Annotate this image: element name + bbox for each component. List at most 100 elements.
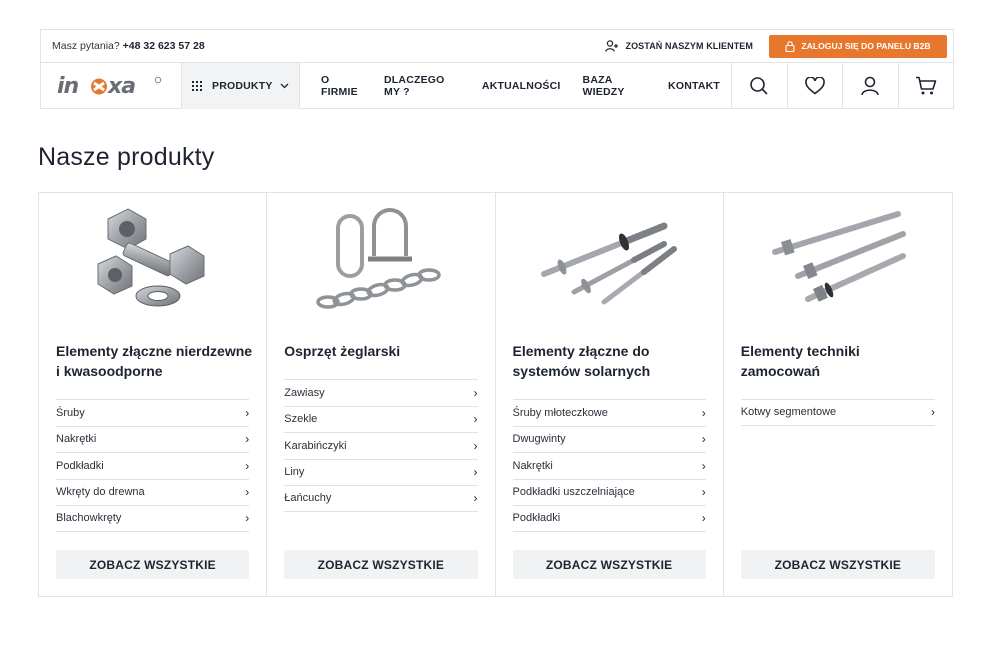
chevron-right-icon: ›: [473, 385, 478, 400]
list-item[interactable]: Blachowkręty ›: [56, 505, 250, 532]
chevron-right-icon: ›: [245, 511, 250, 526]
account-button[interactable]: [842, 63, 898, 109]
chevron-right-icon: ›: [931, 405, 935, 420]
nav-links: O FIRMIE DLACZEGO MY ? AKTUALNOŚCI BAZA …: [300, 63, 731, 109]
list-item-label: Wkręty do drewna: [56, 486, 145, 499]
list-item-label: Szekle: [284, 413, 318, 426]
list-item[interactable]: Śruby ›: [56, 399, 250, 426]
chevron-right-icon: ›: [701, 458, 706, 473]
category-card: Osprzęt żeglarski Zawiasy › Szekle › Karab…: [267, 193, 496, 596]
list-item-label: Liny: [284, 466, 305, 479]
lock-icon: [785, 40, 795, 52]
list-item[interactable]: Dwugwinty ›: [512, 425, 706, 453]
logo-link[interactable]: in xa: [41, 63, 182, 109]
list-item[interactable]: Szekle ›: [284, 405, 478, 433]
list-item[interactable]: Łańcuchy ›: [284, 485, 478, 512]
category-title[interactable]: Elementy złączne nierdzewne i kwasoodpor…: [56, 341, 256, 381]
shackle-chain-image[interactable]: [284, 201, 477, 321]
b2b-login-label: ZALOGUJ SIĘ DO PANELU B2B: [801, 41, 931, 51]
list-item[interactable]: Podkładki uszczelniające ›: [512, 478, 706, 506]
chevron-right-icon: ›: [701, 511, 706, 526]
anchor-bolts-image[interactable]: [741, 201, 935, 321]
chevron-right-icon: ›: [473, 465, 478, 480]
grid-icon: [192, 81, 202, 91]
list-item-label: Śruby młoteczkowe: [512, 406, 608, 419]
list-item[interactable]: Nakrętki ›: [512, 452, 706, 479]
chevron-right-icon: ›: [473, 412, 478, 427]
search-icon: [750, 77, 768, 95]
list-item[interactable]: Liny ›: [284, 458, 478, 486]
cart-icon: [915, 76, 937, 95]
question-label: Masz pytania?: [52, 40, 120, 52]
chevron-right-icon: ›: [473, 491, 478, 506]
chevron-right-icon: ›: [701, 432, 706, 447]
b2b-login-button[interactable]: ZALOGUJ SIĘ DO PANELU B2B: [769, 34, 947, 58]
list-item[interactable]: Karabińczyki ›: [284, 432, 478, 459]
nav-link-why-us[interactable]: DLACZEGO MY ?: [384, 74, 460, 98]
products-label: PRODUKTY: [212, 80, 273, 92]
nav-link-knowledge-base[interactable]: BAZA WIEDZY: [583, 74, 647, 98]
product-categories-grid: Elementy złączne nierdzewne i kwasoodpor…: [38, 192, 953, 597]
bolts-nuts-image[interactable]: [56, 201, 249, 321]
top-bar: Masz pytania? +48 32 623 57 28 ZOSTAŃ NA…: [41, 30, 953, 63]
solar-screws-image[interactable]: [513, 201, 706, 321]
list-item-label: Podkładki: [56, 459, 104, 472]
become-client-label: ZOSTAŃ NASZYM KLIENTEM: [625, 41, 753, 51]
category-title[interactable]: Elementy złączne do systemów solarnych: [513, 341, 713, 381]
see-all-button[interactable]: ZOBACZ WSZYSTKIE: [512, 550, 706, 579]
list-item[interactable]: Podkładki ›: [512, 505, 706, 532]
list-item[interactable]: Kotwy segmentowe ›: [740, 399, 935, 426]
nav-link-contact[interactable]: KONTAKT: [668, 80, 720, 92]
subcategory-list: Śruby młoteczkowe › Dwugwinty › Nakrętki › …: [512, 399, 706, 532]
wishlist-button[interactable]: [786, 63, 843, 109]
svg-text:in: in: [57, 75, 79, 97]
add-user-icon: [605, 40, 619, 52]
list-item-label: Łańcuchy: [284, 492, 332, 505]
list-item[interactable]: Podkładki ›: [56, 452, 250, 479]
become-client-link[interactable]: ZOSTAŃ NASZYM KLIENTEM: [605, 40, 753, 52]
site-header: Masz pytania? +48 32 623 57 28 ZOSTAŃ NA…: [40, 29, 954, 109]
subcategory-list: Śruby › Nakrętki › Podkładki › Wkręty do dr…: [56, 399, 250, 532]
category-title[interactable]: Osprzęt żeglarski: [284, 341, 484, 361]
list-item-label: Nakrętki: [56, 433, 97, 446]
chevron-right-icon: ›: [245, 485, 250, 500]
subcategory-list: Kotwy segmentowe ›: [740, 399, 935, 426]
chevron-right-icon: ›: [245, 405, 250, 420]
list-item[interactable]: Nakrętki ›: [56, 425, 250, 453]
chevron-right-icon: ›: [245, 458, 250, 473]
list-item[interactable]: Wkręty do drewna ›: [56, 478, 250, 506]
chevron-right-icon: ›: [701, 405, 706, 420]
user-icon: [861, 76, 880, 96]
category-title[interactable]: Elementy techniki zamocowań: [741, 341, 941, 381]
chevron-right-icon: ›: [701, 485, 706, 500]
see-all-button[interactable]: ZOBACZ WSZYSTKIE: [284, 550, 478, 579]
nav-link-news[interactable]: AKTUALNOŚCI: [482, 80, 561, 92]
chevron-down-icon: [280, 83, 289, 89]
phone-link[interactable]: +48 32 623 57 28: [123, 40, 205, 52]
category-card: Elementy techniki zamocowań Kotwy segmen…: [724, 193, 952, 596]
main-nav: in xa PRODUKTY O FIRMIE DLACZEGO MY ? AK…: [41, 63, 953, 109]
list-item-label: Kotwy segmentowe: [740, 406, 837, 419]
list-item-label: Dwugwinty: [512, 433, 566, 446]
inoxa-logo: in xa: [57, 75, 162, 97]
list-item-label: Śruby: [56, 406, 85, 419]
chevron-right-icon: ›: [473, 438, 478, 453]
list-item-label: Nakrętki: [512, 459, 553, 472]
list-item[interactable]: Śruby młoteczkowe ›: [512, 399, 706, 426]
list-item-label: Podkładki: [512, 512, 561, 525]
heart-icon: [804, 77, 825, 95]
nav-link-about[interactable]: O FIRMIE: [321, 74, 362, 98]
cart-button[interactable]: [897, 63, 954, 109]
chevron-right-icon: ›: [245, 432, 250, 447]
svg-text:xa: xa: [107, 75, 135, 97]
page-title: Nasze produkty: [38, 143, 215, 171]
see-all-button[interactable]: ZOBACZ WSZYSTKIE: [740, 550, 935, 579]
list-item-label: Podkładki uszczelniające: [512, 486, 635, 499]
category-card: Elementy złączne nierdzewne i kwasoodpor…: [39, 193, 268, 596]
list-item-label: Zawiasy: [284, 386, 325, 399]
list-item[interactable]: Zawiasy ›: [284, 379, 478, 406]
see-all-button[interactable]: ZOBACZ WSZYSTKIE: [56, 550, 250, 579]
category-card: Elementy złączne do systemów solarnych Ś…: [496, 193, 724, 596]
products-menu-button[interactable]: PRODUKTY: [182, 63, 300, 109]
search-button[interactable]: [731, 63, 787, 109]
